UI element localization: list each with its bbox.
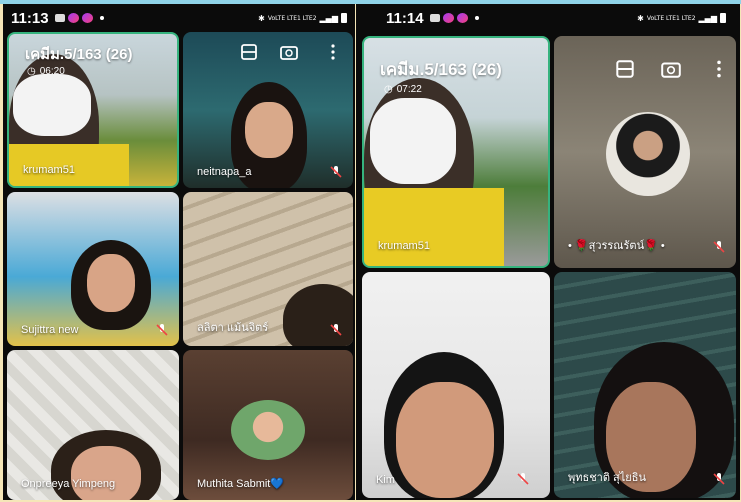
messenger-icon <box>67 13 79 23</box>
left-phone-screen: 11:13 ✱ VoLTE LTE1 LTE2 ▂▄▆ เคมีม.5/163 … <box>3 4 355 500</box>
participant-name: Sujittra new <box>21 324 79 336</box>
clock-icon: ◷ <box>384 84 393 95</box>
messenger-icon-2 <box>456 13 468 23</box>
participant-name: Muthita Sabmit💙 <box>197 478 285 490</box>
battery-icon <box>341 13 347 23</box>
participant-tile-suwannarat[interactable]: • 🌹สุวรรณรัตน์🌹 • <box>554 36 736 268</box>
participant-tile-phutthachat[interactable]: พุทธชาติ สุไยธิน <box>554 272 736 498</box>
face <box>245 102 293 158</box>
avatar <box>606 112 690 196</box>
participant-name: neitnapa_a <box>197 166 252 178</box>
avatar <box>231 400 305 460</box>
mic-off-icon <box>713 241 725 253</box>
participant-name: • 🌹สุวรรณรัตน์🌹 • <box>568 240 665 252</box>
vibrate-icon: ✱ <box>637 13 644 23</box>
mic-off-icon <box>330 324 342 336</box>
meeting-title: เคมีม.5/163 (26) <box>25 46 133 63</box>
participant-tile-onpreeya[interactable]: Onpreeya Yimpeng <box>7 350 179 500</box>
face <box>71 446 141 500</box>
participant-tile-krumam51[interactable]: เคมีม.5/163 (26) ◷ 06:20 krumam51 <box>7 32 179 188</box>
participant-tile-krumam51[interactable]: เคมีม.5/163 (26) ◷ 07:22 krumam51 <box>362 36 550 268</box>
mic-off-icon <box>156 324 168 336</box>
participant-tile-muthita[interactable]: Muthita Sabmit💙 <box>183 350 353 500</box>
participant-name: krumam51 <box>378 240 430 252</box>
meeting-duration: ◷ 07:22 <box>384 84 422 95</box>
meeting-duration: ◷ 06:20 <box>27 66 65 77</box>
more-icon[interactable] <box>323 42 343 62</box>
duration-text: 06:20 <box>39 66 65 77</box>
meeting-title: เคมีม.5/163 (26) <box>380 60 502 79</box>
network-label: VoLTE LTE1 LTE2 <box>646 14 696 22</box>
participant-tile-kim[interactable]: Kim <box>362 272 550 498</box>
participant-name: พุทธชาติ สุไยธิน <box>568 472 646 484</box>
status-bar: 11:14 ✱ VoLTE LTE1 LTE2 ▂▄▆ <box>356 4 740 32</box>
duration-text: 07:22 <box>396 84 422 95</box>
participant-tile-sujittra[interactable]: Sujittra new <box>7 192 179 346</box>
more-notifications-dot <box>99 16 104 20</box>
status-right-icons: ✱ VoLTE LTE1 LTE2 ▂▄▆ <box>258 13 347 23</box>
face <box>396 382 494 498</box>
mic-off-icon <box>713 473 725 485</box>
flip-camera-icon[interactable] <box>279 42 299 62</box>
participant-name: ลลิตา แม้นจิตร์ <box>197 322 269 334</box>
signal-icon: ▂▄▆ <box>698 13 717 23</box>
status-time: 11:13 <box>11 9 49 27</box>
participant-tile-lalita[interactable]: ลลิตา แม้นจิตร์ <box>183 192 353 346</box>
participant-name: Onpreeya Yimpeng <box>21 478 116 490</box>
status-time: 11:14 <box>386 9 424 27</box>
mic-off-icon <box>517 473 529 485</box>
network-label: VoLTE LTE1 LTE2 <box>267 14 317 22</box>
face-mask <box>13 74 91 136</box>
yellow-shirt <box>364 188 504 266</box>
notification-icons <box>54 13 104 23</box>
face <box>87 254 135 312</box>
face-mask <box>370 98 456 184</box>
status-right-icons: ✱ VoLTE LTE1 LTE2 ▂▄▆ <box>637 13 732 23</box>
layout-icon[interactable] <box>239 42 259 62</box>
participant-name: krumam51 <box>23 164 75 176</box>
participant-name: Kim <box>376 474 395 486</box>
layout-icon[interactable] <box>614 58 636 80</box>
flip-camera-icon[interactable] <box>660 58 682 80</box>
participant-tile-neitnapa[interactable]: neitnapa_a <box>183 32 353 188</box>
more-icon[interactable] <box>708 58 730 80</box>
gallery-icon <box>429 14 440 22</box>
status-bar: 11:13 ✱ VoLTE LTE1 LTE2 ▂▄▆ <box>3 4 355 32</box>
notification-icons <box>429 13 479 23</box>
messenger-icon-2 <box>81 13 93 23</box>
messenger-icon <box>442 13 454 23</box>
clock-icon: ◷ <box>27 66 36 77</box>
battery-icon <box>720 13 726 23</box>
signal-icon: ▂▄▆ <box>319 13 338 23</box>
vibrate-icon: ✱ <box>258 13 265 23</box>
gallery-icon <box>54 14 65 22</box>
right-phone-screen: 11:14 ✱ VoLTE LTE1 LTE2 ▂▄▆ เคมีม.5/163 … <box>356 4 740 500</box>
mic-off-icon <box>330 166 342 178</box>
more-notifications-dot <box>474 16 479 20</box>
